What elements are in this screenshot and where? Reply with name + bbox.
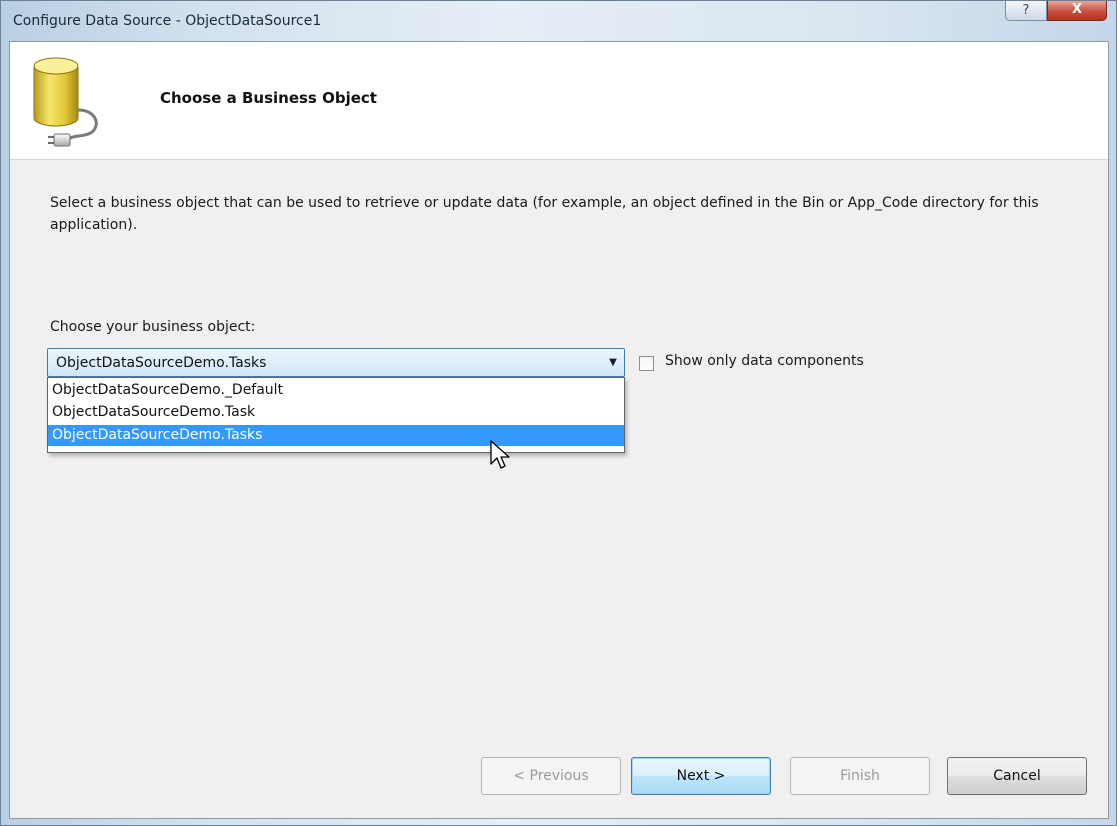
mouse-pointer-icon	[490, 440, 510, 469]
combobox-selected-value: ObjectDataSourceDemo.Tasks	[56, 355, 267, 371]
dialog-window: Configure Data Source - ObjectDataSource…	[0, 0, 1117, 826]
help-button[interactable]: ?	[1005, 1, 1047, 21]
close-button[interactable]: X	[1047, 1, 1107, 21]
business-object-dropdown-list: ObjectDataSourceDemo._Default ObjectData…	[47, 377, 625, 453]
show-only-data-components-checkbox[interactable]	[639, 356, 654, 371]
wizard-header: Choose a Business Object	[10, 42, 1108, 160]
dialog-client-area: Choose a Business Object Select a busine…	[9, 41, 1109, 819]
business-object-label: Choose your business object:	[50, 319, 256, 335]
previous-button[interactable]: < Previous	[481, 757, 621, 795]
dropdown-option[interactable]: ObjectDataSourceDemo.Task	[48, 402, 624, 423]
finish-button[interactable]: Finish	[790, 757, 930, 795]
business-object-combobox[interactable]: ObjectDataSourceDemo.Tasks ▼	[47, 348, 625, 377]
next-button[interactable]: Next >	[631, 757, 771, 795]
dropdown-option-highlighted[interactable]: ObjectDataSourceDemo.Tasks	[48, 425, 624, 446]
dropdown-option[interactable]: ObjectDataSourceDemo._Default	[48, 380, 624, 401]
instructions-text: Select a business object that can be use…	[50, 195, 1039, 233]
page-title: Choose a Business Object	[160, 89, 377, 107]
cancel-button[interactable]: Cancel	[947, 757, 1087, 795]
window-title: Configure Data Source - ObjectDataSource…	[13, 13, 322, 29]
database-connector-icon	[33, 57, 98, 147]
chevron-down-icon[interactable]: ▼	[602, 349, 624, 376]
show-only-data-components-label[interactable]: Show only data components	[665, 353, 864, 369]
title-bar[interactable]: Configure Data Source - ObjectDataSource…	[1, 1, 1116, 41]
